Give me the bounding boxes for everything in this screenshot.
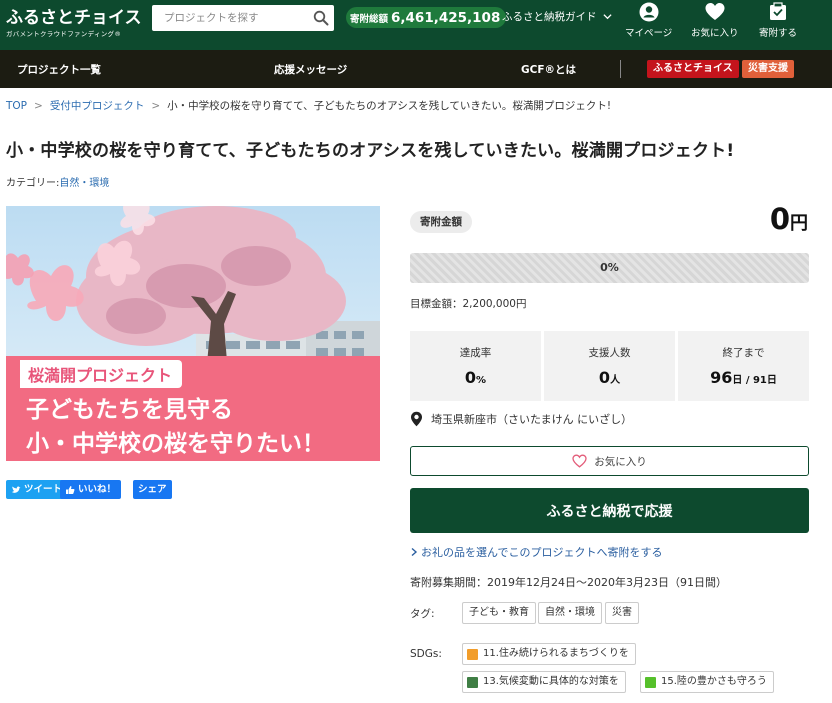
sdg-chip[interactable]: 11.住み続けられるまちづくりを xyxy=(462,643,636,665)
breadcrumb-open-projects[interactable]: 受付中プロジェクト xyxy=(50,100,145,112)
favorites-button[interactable]: お気に入り xyxy=(691,1,739,39)
sdg-chip-label: 13.気候変動に具体的な対策を xyxy=(483,676,619,687)
stat-number: 0 xyxy=(464,368,477,387)
donation-box-icon xyxy=(770,2,786,20)
page-title: 小・中学校の桜を守り育てて、子どもたちのオアシスを残していきたい。桜満開プロジェ… xyxy=(6,141,735,161)
breadcrumb-separator: > xyxy=(151,100,161,112)
logo-text: ふるさとチョイス xyxy=(6,8,142,28)
sdg-chip[interactable]: 13.気候変動に具体的な対策を xyxy=(462,671,626,693)
like-button-label: いいね！ xyxy=(78,484,117,495)
gift-selection-label: お礼の品を選んでこのプロジェクトへ寄附をする xyxy=(421,546,663,559)
project-location: 埼玉県新座市（さいたまけん にいざし） xyxy=(410,411,632,427)
goal-amount: 目標金額：2,200,000円 xyxy=(410,298,527,310)
sdg-goal-icon xyxy=(467,648,478,660)
location-text: 埼玉県新座市（さいたまけん にいざし） xyxy=(431,413,633,426)
sdg-goal-icon xyxy=(467,676,478,688)
tag-chip[interactable]: 子ども・教育 xyxy=(462,602,536,624)
donate-header-label: 寄附する xyxy=(759,28,798,39)
sdg-goal-icon xyxy=(645,676,656,688)
add-favorite-button[interactable]: お気に入り xyxy=(410,446,809,476)
favorites-label: お気に入り xyxy=(691,28,739,39)
search-input[interactable] xyxy=(152,5,308,31)
donation-period: 寄附募集期間：2019年12月24日〜2020年3月23日（91日間） xyxy=(410,576,727,589)
category-link[interactable]: 自然・環境 xyxy=(59,178,109,189)
stat-unit: % xyxy=(476,375,487,386)
sdgs-label: SDGs: xyxy=(410,648,442,660)
nav-item-about-gcf[interactable]: GCF®とは xyxy=(521,62,576,77)
progress-bar: 0% xyxy=(410,253,809,283)
share-button[interactable]: シェア xyxy=(133,480,172,499)
chevron-right-icon xyxy=(411,547,418,557)
breadcrumb-top[interactable]: TOP xyxy=(6,100,27,112)
stat-label: 支援人数 xyxy=(588,347,631,359)
user-icon xyxy=(639,2,659,22)
nav-item-messages[interactable]: 応援メッセージ xyxy=(274,62,347,77)
heart-outline-icon xyxy=(572,454,587,468)
sdg-chip[interactable]: 15.陸の豊かさも守ろう xyxy=(640,671,774,693)
thumbs-up-icon xyxy=(66,485,75,494)
progress-bar-label: 0% xyxy=(600,261,619,274)
add-favorite-label: お気に入り xyxy=(594,455,647,468)
mypage-button[interactable]: マイページ xyxy=(625,1,672,39)
sdg-chip-label: 11.住み続けられるまちづくりを xyxy=(483,648,629,659)
donation-amount-unit: 円 xyxy=(790,213,808,234)
nav-badge-furusato-choice[interactable]: ふるさとチョイス xyxy=(647,60,739,78)
tag-chip[interactable]: 災害 xyxy=(605,602,639,624)
stat-number: 0 xyxy=(598,368,611,387)
hero-headline-line1: 子どもたちを見守る xyxy=(26,397,233,423)
stats-panel: 達成率 0% 支援人数 0人 終了まで 96日 / 91日 xyxy=(410,331,809,401)
tag-chip[interactable]: 自然・環境 xyxy=(538,602,602,624)
breadcrumb-separator: > xyxy=(34,100,43,112)
stat-label: 終了まで xyxy=(722,347,765,359)
stat-label: 達成率 xyxy=(459,347,492,359)
breadcrumb-current: 小・中学校の桜を守り育てて、子どもたちのオアシスを残していきたい。桜満開プロジェ… xyxy=(167,100,612,112)
guide-menu[interactable]: ふるさと納税ガイド xyxy=(502,9,612,24)
category: カテゴリー:自然・環境 xyxy=(6,174,109,189)
search-icon[interactable] xyxy=(313,10,329,26)
stat-supporters: 支援人数 0人 xyxy=(544,331,675,401)
site-header: ふるさとチョイス ガバメントクラウドファンディング® 寄附総額 6,461,42… xyxy=(0,0,832,50)
like-button[interactable]: いいね！ xyxy=(60,480,122,499)
stat-value: 96日 / 91日 xyxy=(678,368,809,387)
stat-value: 0人 xyxy=(544,368,675,387)
heart-icon xyxy=(705,3,725,20)
tags-label: タグ: xyxy=(410,608,435,620)
gift-selection-link[interactable]: お礼の品を選んでこのプロジェクトへ寄附をする xyxy=(410,544,662,560)
total-donations-value: 6,461,425,108 xyxy=(391,9,501,26)
tweet-button[interactable]: ツイート xyxy=(6,480,68,499)
donation-amount-value: 0 xyxy=(769,202,790,236)
share-button-label: シェア xyxy=(138,484,167,495)
donate-with-furusato-button[interactable]: ふるさと納税で応援 xyxy=(410,488,809,533)
stat-value: 0% xyxy=(410,368,541,387)
category-label: カテゴリー: xyxy=(6,178,60,189)
project-hero-image: 桜満開プロジェクト 子どもたちを見守る 小・中学校の桜を守りたい！ xyxy=(6,206,380,461)
map-pin-icon xyxy=(411,411,422,427)
twitter-bird-icon xyxy=(12,486,21,493)
sdg-chip-label: 15.陸の豊かさも守ろう xyxy=(661,676,767,687)
site-logo[interactable]: ふるさとチョイス ガバメントクラウドファンディング® xyxy=(6,3,142,38)
nav-item-projects[interactable]: プロジェクト一覧 xyxy=(17,62,101,77)
amount-label: 寄附金額 xyxy=(410,211,472,233)
mypage-label: マイページ xyxy=(625,28,673,39)
tweet-button-label: ツイート xyxy=(24,484,63,495)
search-box xyxy=(152,5,334,31)
guide-menu-label: ふるさと納税ガイド xyxy=(502,11,597,23)
breadcrumb: TOP > 受付中プロジェクト > 小・中学校の桜を守り育てて、子どもたちのオアシスを残… xyxy=(6,98,611,113)
nav-badge-disaster-support[interactable]: 災害支援 xyxy=(742,60,794,78)
stat-number: 96 xyxy=(710,368,733,387)
logo-subtitle: ガバメントクラウドファンディング® xyxy=(6,30,122,38)
hero-headline-line2: 小・中学校の桜を守りたい！ xyxy=(26,431,325,457)
stat-achievement-rate: 達成率 0% xyxy=(410,331,541,401)
donate-header-button[interactable]: 寄附する xyxy=(759,1,797,39)
hero-tag-label: 桜満開プロジェクト xyxy=(20,360,183,388)
stat-time-remaining: 終了まで 96日 / 91日 xyxy=(678,331,809,401)
nav-divider xyxy=(620,60,621,78)
donation-amount: 0円 xyxy=(770,202,808,236)
total-donations-badge: 寄附総額 6,461,425,108 xyxy=(346,7,507,28)
stat-unit: 人 xyxy=(610,375,621,386)
chevron-down-icon xyxy=(602,14,612,20)
main-nav: プロジェクト一覧 応援メッセージ GCF®とは ふるさとチョイス 災害支援 xyxy=(0,50,832,88)
stat-unit: 日 / 91日 xyxy=(732,375,777,386)
total-donations-label: 寄附総額 xyxy=(350,13,389,25)
